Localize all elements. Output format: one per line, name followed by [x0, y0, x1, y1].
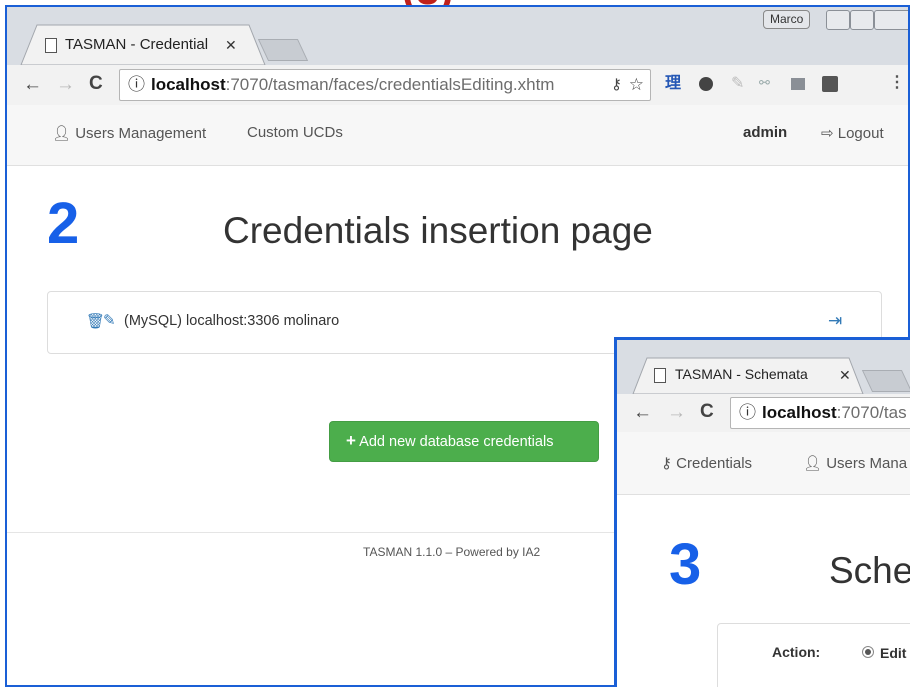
bookmark-star-icon[interactable]: ☆: [629, 70, 644, 100]
close-icon[interactable]: ✕: [225, 37, 237, 54]
url-path: :7070/tasman/faces/credentialsEditing.xh…: [225, 75, 555, 94]
action-panel: Action: Edit: [717, 623, 910, 687]
extension-feather-icon[interactable]: ✎: [731, 76, 744, 92]
nav-users-management-label-3: Users Mana: [826, 455, 908, 472]
back-arrow-icon[interactable]: ←: [23, 75, 42, 94]
nav-credentials-label: Credentials: [676, 455, 753, 472]
url-host-3: localhost: [762, 403, 837, 422]
nav-custom-ucds[interactable]: Custom UCDs: [247, 124, 343, 141]
tab-title-3: TASMAN - Schemata: [675, 366, 808, 382]
app-navbar-3: ⚷ Credentials 👤︎ Users Mana: [617, 432, 910, 495]
add-credentials-label: Add new database credentials: [359, 434, 554, 450]
forward-arrow-icon[interactable]: →: [667, 403, 686, 422]
reload-icon[interactable]: C: [700, 402, 714, 421]
step-number: 2: [47, 191, 80, 256]
new-tab-button-3[interactable]: [861, 370, 910, 392]
info-icon[interactable]: ⓘ: [128, 75, 145, 94]
address-bar[interactable]: ⓘ localhost:7070/tasman/faces/credentials…: [119, 69, 651, 101]
app-navbar: 👤︎ Users Management Custom UCDs admin ⇨ …: [7, 105, 908, 166]
footer-text: TASMAN 1.1.0 – Powered by IA2: [363, 545, 541, 559]
extension-circle-icon[interactable]: [699, 77, 713, 91]
nav-logout[interactable]: ⇨ Logout: [821, 124, 884, 142]
extension-bulb-icon[interactable]: [822, 76, 838, 92]
close-icon[interactable]: ✕: [839, 367, 851, 384]
menu-dots-icon[interactable]: ⋮: [889, 75, 905, 91]
login-icon[interactable]: ⇥: [828, 311, 842, 331]
user-icon: 👤︎: [803, 455, 823, 472]
url-path-3: :7070/tas: [836, 403, 907, 422]
tab-page-icon: [654, 368, 666, 383]
nav-users-management-label: Users Management: [75, 125, 207, 142]
page-title: Credentials insertion page: [223, 210, 653, 251]
extension-glyph-icon[interactable]: 理: [665, 76, 681, 92]
current-user: admin: [743, 124, 788, 141]
minimize-button[interactable]: [826, 10, 850, 30]
close-window-button[interactable]: [874, 10, 908, 30]
browser-toolbar-3: ← → C ⓘ localhost:7070/tas: [617, 394, 910, 433]
extension-box-icon[interactable]: [791, 78, 805, 90]
browser-window-schemata: TASMAN - Schemata ✕ ← → C ⓘ localhost:707…: [614, 337, 910, 687]
tab-page-icon: [45, 38, 57, 53]
browser-toolbar: ← → C ⓘ localhost:7070/tasman/faces/crede…: [7, 65, 908, 106]
key-icon[interactable]: ⚷: [611, 70, 622, 100]
maximize-button[interactable]: [850, 10, 874, 30]
pencil-icon[interactable]: ✎: [103, 311, 116, 329]
url-host: localhost: [151, 75, 226, 94]
forward-arrow-icon[interactable]: →: [56, 75, 75, 94]
tab-strip: TASMAN - Credential ✕ Marco: [7, 7, 908, 65]
tab-title: TASMAN - Credential: [65, 36, 209, 53]
address-bar-3[interactable]: ⓘ localhost:7070/tas: [730, 397, 910, 429]
reload-icon[interactable]: C: [89, 74, 103, 93]
radio-icon[interactable]: [862, 646, 874, 658]
step-number-3: 3: [669, 532, 702, 597]
nav-logout-label: Logout: [837, 125, 884, 142]
user-icon: 👤︎: [52, 125, 72, 142]
logout-icon: ⇨: [821, 125, 834, 142]
action-label: Action:: [772, 644, 821, 660]
nav-users-management-3[interactable]: 👤︎ Users Mana: [803, 454, 907, 472]
extension-link-icon[interactable]: ⚯: [759, 76, 770, 89]
profile-badge[interactable]: Marco: [763, 10, 811, 29]
plus-icon: +: [346, 431, 356, 450]
page-title-3: Sche: [829, 550, 910, 591]
nav-users-management[interactable]: 👤︎ Users Management: [52, 124, 206, 142]
back-arrow-icon[interactable]: ←: [633, 403, 652, 422]
profile-name: Marco: [770, 12, 804, 26]
info-icon[interactable]: ⓘ: [739, 403, 756, 422]
tab-strip-3: TASMAN - Schemata ✕: [617, 340, 910, 394]
radio-label-edit[interactable]: Edit: [880, 645, 906, 661]
key-icon: ⚷: [661, 455, 672, 472]
nav-credentials[interactable]: ⚷ Credentials: [661, 454, 752, 472]
add-credentials-button[interactable]: + Add new database credentials: [329, 421, 599, 462]
credential-entry[interactable]: (MySQL) localhost:3306 molinaro: [124, 313, 339, 329]
